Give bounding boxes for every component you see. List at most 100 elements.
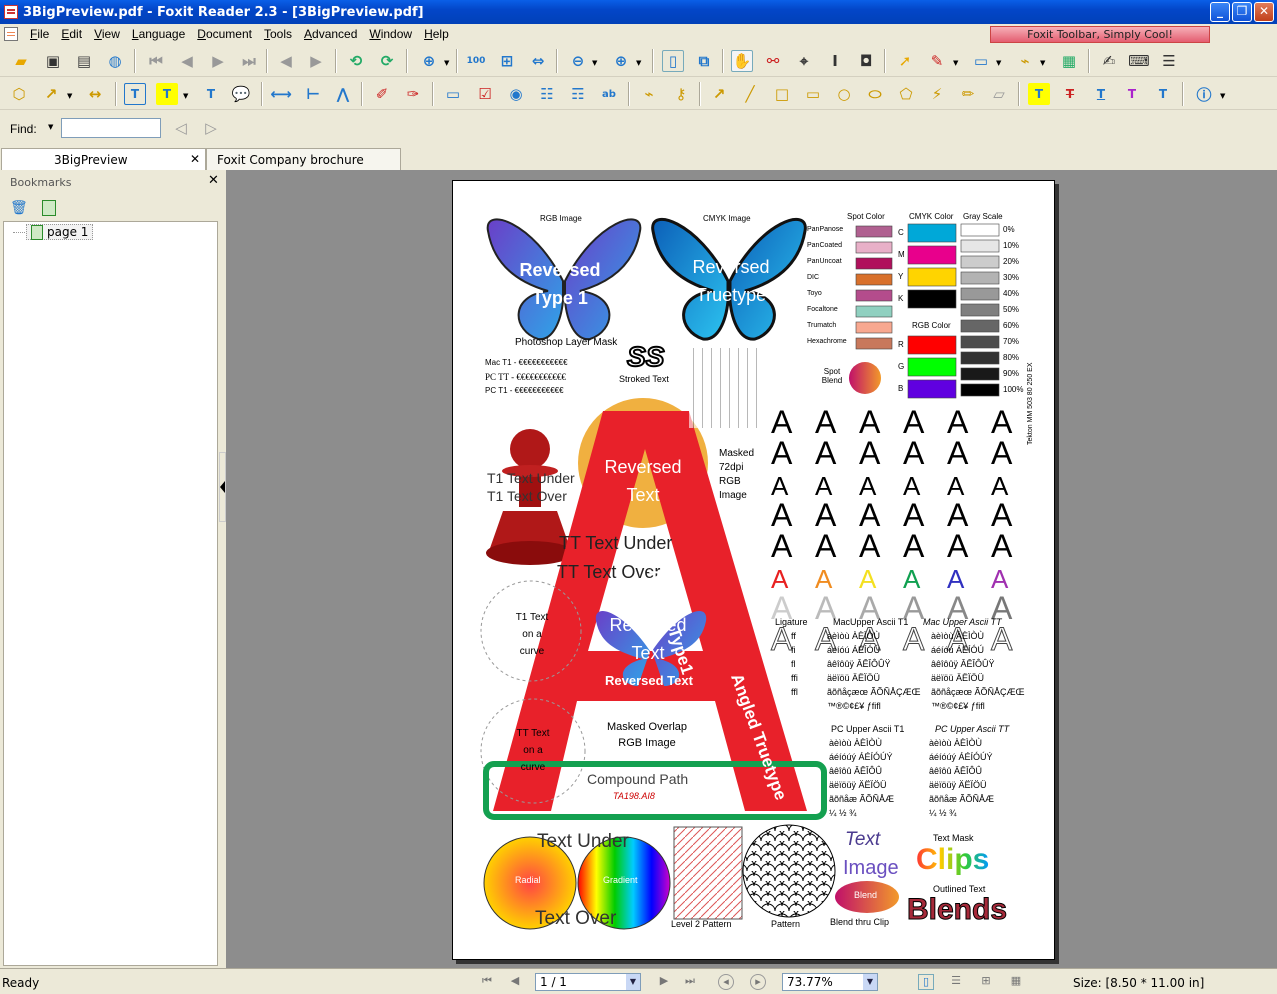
- facing-view-icon[interactable]: ⊞: [978, 974, 994, 990]
- rotate-right-icon[interactable]: ⟳: [376, 50, 398, 72]
- form-icon[interactable]: ▭: [970, 50, 992, 72]
- document-icon[interactable]: [4, 27, 18, 41]
- menu-advanced[interactable]: Advanced: [298, 27, 363, 41]
- polygon-icon[interactable]: ⬠: [895, 83, 917, 105]
- perimeter-icon[interactable]: ⊢: [302, 83, 324, 105]
- promo-banner[interactable]: Foxit Toolbar, Simply Cool!: [990, 26, 1210, 43]
- ellipse-icon[interactable]: ⬭: [864, 83, 886, 105]
- add-bookmark-icon[interactable]: [42, 200, 56, 216]
- single-page-icon[interactable]: ▯: [662, 50, 684, 72]
- info-icon[interactable]: ⓘ: [1193, 83, 1215, 105]
- listbox-icon[interactable]: ☷: [536, 83, 558, 105]
- zoom-field[interactable]: 73.77% ▼: [782, 973, 878, 991]
- image-icon[interactable]: ▦: [1058, 50, 1080, 72]
- line-arrow-icon[interactable]: ↗: [708, 83, 730, 105]
- stamp-icon[interactable]: ⚷: [670, 83, 692, 105]
- actual-size-icon[interactable]: 100: [465, 50, 487, 72]
- polyline-icon[interactable]: ⚡: [926, 83, 948, 105]
- find-previous-icon[interactable]: ◁: [170, 117, 192, 139]
- radio-icon[interactable]: ◉: [505, 83, 527, 105]
- menu-tools[interactable]: Tools: [258, 27, 298, 41]
- menu-document[interactable]: Document: [191, 27, 258, 41]
- first-page-icon[interactable]: ⏮: [145, 50, 167, 72]
- attach-icon[interactable]: ⌁: [1014, 50, 1036, 72]
- continuous-facing-icon[interactable]: ▦: [1008, 974, 1024, 990]
- checkbox-icon[interactable]: ☑: [474, 83, 496, 105]
- squiggly-icon[interactable]: T: [1121, 83, 1143, 105]
- typewriter-text-icon[interactable]: T: [200, 83, 222, 105]
- zoom-in-2-icon[interactable]: ⊕: [610, 50, 632, 72]
- page-icon[interactable]: ☰: [1158, 50, 1180, 72]
- menu-view[interactable]: View: [88, 27, 126, 41]
- open-icon[interactable]: ▰: [10, 50, 32, 72]
- page-number-field[interactable]: 1 / 1 ▼: [535, 973, 641, 991]
- menu-window[interactable]: Window: [363, 27, 418, 41]
- menu-help[interactable]: Help: [418, 27, 455, 41]
- chevron-down-icon[interactable]: ▼: [863, 974, 877, 990]
- tab-foxit-brochure[interactable]: Foxit Company brochure: [206, 148, 401, 170]
- label-field-icon[interactable]: ab: [598, 83, 620, 105]
- next-page-button[interactable]: ▶: [656, 974, 672, 990]
- restore-button[interactable]: ❐: [1232, 2, 1252, 22]
- back-button[interactable]: ◂: [718, 974, 734, 990]
- email-icon[interactable]: ◍: [104, 50, 126, 72]
- comment-icon[interactable]: 💬: [230, 83, 252, 105]
- single-page-view-icon[interactable]: ▯: [918, 974, 934, 990]
- continuous-view-icon[interactable]: ☰: [948, 974, 964, 990]
- strikeout-icon[interactable]: T: [1059, 83, 1081, 105]
- eraser-sign-icon[interactable]: ✑: [402, 83, 424, 105]
- edit-icon[interactable]: ✎: [926, 50, 948, 72]
- square-icon[interactable]: □: [771, 83, 793, 105]
- menu-file[interactable]: File: [24, 27, 55, 41]
- chevron-down-icon[interactable]: ▼: [626, 974, 640, 990]
- fit-page-icon[interactable]: ⊞: [496, 50, 518, 72]
- print-icon[interactable]: ▤: [73, 50, 95, 72]
- rectangle-icon[interactable]: ▭: [802, 83, 824, 105]
- typewriter-icon[interactable]: ⌨: [1128, 50, 1150, 72]
- close-button[interactable]: ✕: [1254, 2, 1274, 22]
- dimension-icon[interactable]: ↔: [84, 83, 106, 105]
- circle-icon[interactable]: ○: [833, 83, 855, 105]
- prev-page-button[interactable]: ◀: [507, 974, 523, 990]
- textbox-icon[interactable]: T: [124, 83, 146, 105]
- menu-edit[interactable]: Edit: [55, 27, 88, 41]
- find-next-icon[interactable]: ▷: [200, 117, 222, 139]
- zoom-in-icon[interactable]: ⊕: [418, 50, 440, 72]
- shape-tool-icon[interactable]: ⬡: [8, 83, 30, 105]
- highlight-icon[interactable]: T: [1028, 83, 1050, 105]
- last-page-button[interactable]: ⏭: [682, 974, 698, 990]
- tab-close-icon[interactable]: ✕: [190, 152, 200, 166]
- forward-button[interactable]: ▸: [750, 974, 766, 990]
- loupe-icon[interactable]: ⚯: [762, 50, 784, 72]
- zoom-out-icon[interactable]: ⊖: [567, 50, 589, 72]
- continuous-icon[interactable]: ⧉: [693, 50, 715, 72]
- forward-icon[interactable]: ▶: [305, 50, 327, 72]
- combo-icon[interactable]: ☶: [567, 83, 589, 105]
- replace-text-icon[interactable]: T: [1152, 83, 1174, 105]
- arrow-tool-icon[interactable]: ↗: [40, 83, 62, 105]
- fit-width-icon[interactable]: ⇔: [527, 50, 549, 72]
- snapshot-icon[interactable]: ◘: [855, 50, 877, 72]
- back-icon[interactable]: ◀: [275, 50, 297, 72]
- select-arrow-icon[interactable]: ➚: [894, 50, 916, 72]
- rotate-left-icon[interactable]: ⟲: [345, 50, 367, 72]
- text-select-icon[interactable]: I: [824, 50, 846, 72]
- menu-language[interactable]: Language: [126, 27, 191, 41]
- find-input[interactable]: [61, 118, 161, 138]
- underline-icon[interactable]: T: [1090, 83, 1112, 105]
- area-icon[interactable]: ⋀: [332, 83, 354, 105]
- first-page-button[interactable]: ⏮: [479, 974, 495, 990]
- distance-icon[interactable]: ⟷: [270, 83, 292, 105]
- minimize-button[interactable]: _: [1210, 2, 1230, 22]
- textfield-icon[interactable]: ▭: [442, 83, 464, 105]
- last-page-icon[interactable]: ⏭: [238, 50, 260, 72]
- delete-bookmark-icon[interactable]: 🗑: [10, 200, 28, 216]
- attachment-icon[interactable]: ⌁: [638, 83, 660, 105]
- previous-page-icon[interactable]: ◀: [176, 50, 198, 72]
- bookmark-item[interactable]: page 1: [26, 224, 94, 240]
- callout-text-icon[interactable]: T: [156, 83, 178, 105]
- line-icon[interactable]: ╱: [739, 83, 761, 105]
- panel-collapse-handle[interactable]: [219, 452, 226, 522]
- save-icon[interactable]: ▣: [42, 50, 64, 72]
- pencil-icon[interactable]: ✏: [957, 83, 979, 105]
